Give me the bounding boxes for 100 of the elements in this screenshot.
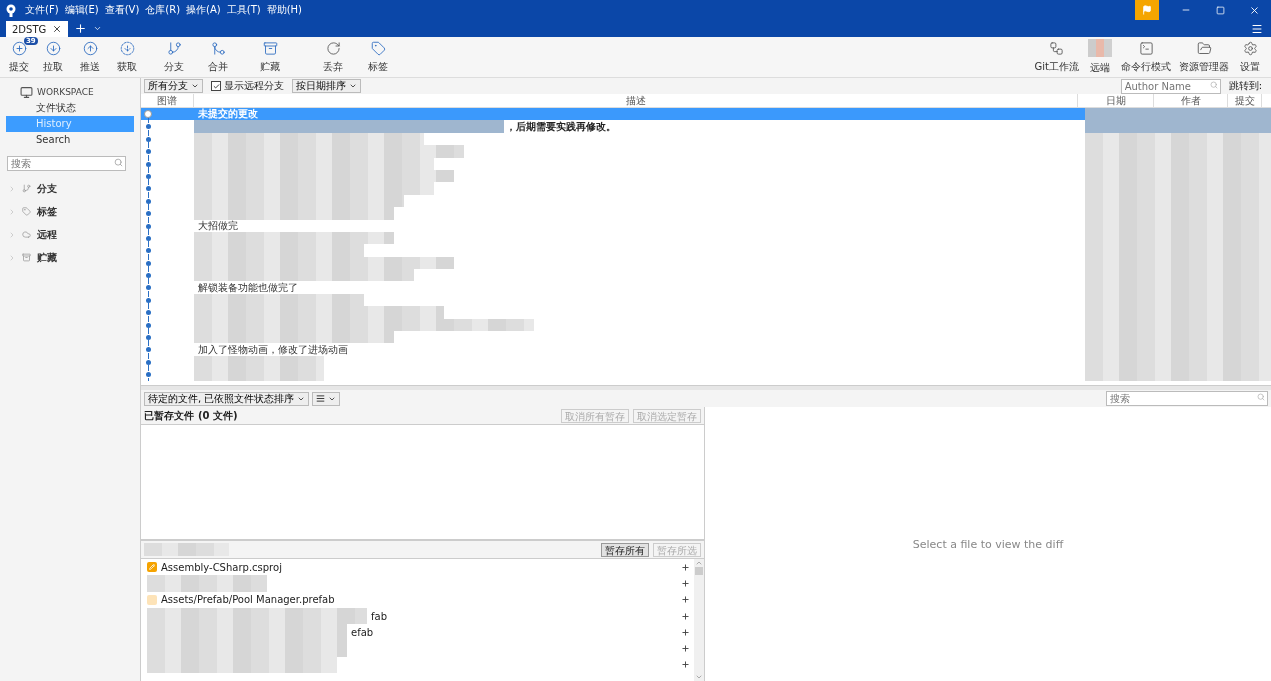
menu-item[interactable]: 查看(V) bbox=[101, 3, 143, 17]
commit-dot bbox=[146, 273, 151, 279]
scrollbar[interactable] bbox=[694, 559, 704, 681]
file-path: fab bbox=[371, 610, 387, 622]
commit-dot bbox=[144, 110, 152, 118]
file-sort-dropdown[interactable]: 待定的文件, 已依照文件状态排序 bbox=[144, 391, 310, 406]
staged-title: 已暂存文件 bbox=[144, 408, 194, 423]
check-icon bbox=[212, 82, 220, 90]
close-icon bbox=[1248, 4, 1260, 16]
commit-dot bbox=[146, 161, 151, 167]
toolbar-button[interactable]: 获取 bbox=[108, 40, 146, 74]
search-icon bbox=[114, 158, 123, 167]
plus-icon bbox=[681, 578, 690, 588]
column-header[interactable]: 提交 bbox=[1228, 94, 1262, 107]
stage-file-button[interactable] bbox=[681, 611, 690, 621]
maximize-icon bbox=[1215, 5, 1225, 15]
toolbar-button[interactable]: 贮藏 bbox=[234, 40, 306, 74]
toolbar-button[interactable]: 命令行模式 bbox=[1117, 40, 1175, 74]
column-header[interactable]: 日期 bbox=[1078, 94, 1154, 107]
search-field[interactable]: 搜索 bbox=[1106, 391, 1268, 406]
file-row[interactable]: Assembly-CSharp.csproj bbox=[141, 559, 694, 576]
file-row[interactable]: efab bbox=[141, 624, 694, 641]
commit-message: ，后期需要实践再修改。 bbox=[506, 121, 616, 132]
toolbar-button[interactable]: 设置 bbox=[1233, 40, 1267, 74]
branch-icon bbox=[22, 184, 31, 193]
toolbar-button[interactable]: 合并 bbox=[202, 40, 234, 74]
menu-item[interactable]: 操作(A) bbox=[183, 3, 224, 17]
toolbar-button[interactable]: 分支 bbox=[146, 40, 202, 74]
column-header[interactable]: 作者 bbox=[1154, 94, 1228, 107]
flag-button[interactable] bbox=[1135, 0, 1159, 20]
toolbar-button[interactable]: 远端 bbox=[1083, 39, 1117, 75]
commit-dot bbox=[146, 173, 151, 179]
app-logo-icon bbox=[6, 3, 16, 17]
menu-icon[interactable] bbox=[1251, 23, 1263, 35]
menu-item[interactable]: 编辑(E) bbox=[61, 3, 102, 17]
stage-file-button[interactable] bbox=[681, 595, 690, 605]
commit-dot bbox=[146, 372, 151, 378]
toolbar-button[interactable]: 标签 bbox=[360, 40, 396, 74]
sidebar-group[interactable]: 远程 bbox=[0, 223, 140, 246]
sidebar-group[interactable]: 贮藏 bbox=[0, 246, 140, 269]
commit-message: 未提交的更改 bbox=[197, 109, 258, 120]
archive-icon bbox=[262, 40, 278, 56]
diff-empty-text: Select a file to view the diff bbox=[912, 537, 1064, 551]
remote-placeholder bbox=[1088, 39, 1112, 57]
staged-count: (0 文件) bbox=[198, 408, 238, 423]
tag-icon bbox=[370, 40, 386, 56]
tag-icon bbox=[22, 207, 31, 216]
archive-icon bbox=[22, 253, 31, 262]
column-header[interactable]: 图谱 bbox=[141, 94, 194, 107]
menu-item[interactable]: 工具(T) bbox=[223, 3, 264, 17]
stage-file-button[interactable] bbox=[681, 578, 690, 588]
view-mode-dropdown[interactable] bbox=[312, 391, 341, 406]
file-row[interactable]: fab bbox=[141, 607, 694, 625]
commit-dot bbox=[146, 235, 151, 241]
cloud-icon bbox=[22, 230, 31, 239]
sidebar-group[interactable]: 分支 bbox=[0, 177, 140, 200]
stage-file-button[interactable] bbox=[681, 644, 690, 654]
plus-icon bbox=[681, 595, 690, 605]
branch-dropdown[interactable]: 所有分支 bbox=[144, 79, 203, 93]
menu-item[interactable]: 文件(F) bbox=[22, 3, 62, 17]
sort-dropdown[interactable]: 按日期排序 bbox=[292, 79, 361, 93]
author-field[interactable]: Author Name bbox=[1120, 78, 1221, 94]
menu-item[interactable]: 仓库(R) bbox=[142, 3, 184, 17]
stage-all-button[interactable]: 暂存所有 bbox=[601, 542, 649, 557]
caret-icon[interactable] bbox=[93, 24, 103, 33]
remote-branches-checkbox[interactable]: 显示远程分支 bbox=[211, 79, 284, 93]
flag-icon bbox=[1142, 5, 1152, 15]
stage-file-button[interactable] bbox=[681, 660, 690, 670]
commit-message: 解锁装备功能也做完了 bbox=[197, 282, 298, 293]
menu-item[interactable]: 帮助(H) bbox=[263, 3, 305, 17]
new-tab-icon[interactable] bbox=[74, 22, 88, 35]
toolbar-button[interactable]: 资源管理器 bbox=[1175, 40, 1233, 74]
scroll-thumb[interactable] bbox=[695, 567, 703, 575]
repo-tab[interactable]: 2DSTG bbox=[6, 21, 69, 37]
sidebar-group[interactable]: 标签 bbox=[0, 200, 140, 223]
close-icon[interactable] bbox=[52, 24, 63, 34]
toolbar-button[interactable]: Git工作流 bbox=[1030, 40, 1083, 74]
settings-icon bbox=[1242, 40, 1258, 56]
monitor-icon bbox=[20, 85, 33, 99]
search-icon bbox=[1257, 393, 1265, 401]
commit-dot bbox=[146, 223, 151, 229]
plus-icon bbox=[681, 562, 690, 572]
commit-dot bbox=[146, 260, 151, 266]
file-row[interactable]: Assets/Prefab/Pool Manager.prefab bbox=[141, 591, 694, 608]
toolbar-button[interactable]: 推送 bbox=[72, 40, 108, 74]
file-path: Assembly-CSharp.csproj bbox=[161, 561, 282, 573]
commit-dot bbox=[146, 186, 151, 192]
column-header[interactable]: 描述 bbox=[194, 94, 1078, 107]
sidebar-item[interactable]: 文件状态 bbox=[6, 100, 134, 116]
caret-icon bbox=[191, 82, 199, 90]
sidebar-item[interactable]: Search bbox=[6, 132, 134, 148]
rotate-icon bbox=[325, 40, 341, 56]
stage-file-button[interactable] bbox=[681, 562, 690, 572]
flow-icon bbox=[1049, 40, 1065, 56]
toolbar-button[interactable]: 丢弃 bbox=[306, 40, 360, 74]
search-field[interactable]: 搜索 bbox=[7, 156, 126, 171]
chevron-right-icon bbox=[8, 207, 16, 216]
list-icon bbox=[316, 394, 326, 403]
stage-file-button[interactable] bbox=[681, 627, 690, 637]
plus-icon bbox=[681, 644, 690, 654]
